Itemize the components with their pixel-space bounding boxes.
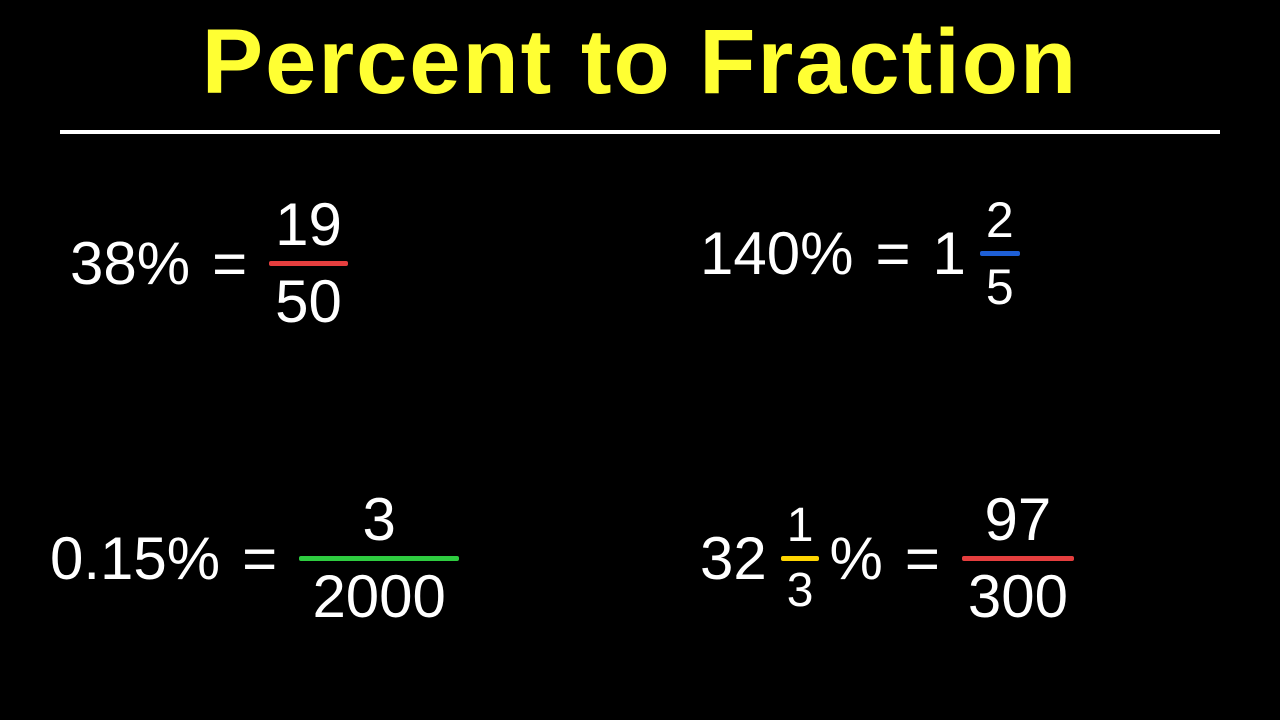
equation-1: 38% = 19 50 — [70, 195, 348, 332]
eq2-denominator: 5 — [980, 262, 1020, 312]
eq3-fraction-bar — [299, 556, 459, 561]
eq1-fraction: 19 50 — [269, 195, 348, 332]
eq2-whole: 1 — [933, 219, 966, 288]
eq3-fraction: 3 2000 — [299, 490, 459, 627]
eq2-fraction: 2 5 — [980, 195, 1020, 312]
eq1-left: 38% — [70, 229, 190, 298]
eq2-left: 140% — [700, 219, 853, 288]
equation-2: 140% = 1 2 5 — [700, 195, 1020, 312]
eq2-numerator: 2 — [980, 195, 1020, 245]
eq3-left: 0.15% — [50, 524, 220, 593]
title-underline — [60, 130, 1220, 134]
eq1-fraction-bar — [269, 261, 348, 266]
eq4-left-fraction: 1 3 — [781, 502, 820, 615]
eq1-denominator: 50 — [269, 272, 348, 332]
eq2-mixed-number: 1 2 5 — [933, 195, 1020, 312]
equals-sign: = — [242, 524, 277, 593]
eq4-left-mixed: 32 1 3 % — [700, 502, 883, 615]
eq1-numerator: 19 — [269, 195, 348, 255]
eq4-percent-sign: % — [829, 524, 882, 593]
eq3-numerator: 3 — [357, 490, 402, 550]
eq4-left-whole: 32 — [700, 524, 767, 593]
equation-4: 32 1 3 % = 97 300 — [700, 490, 1074, 627]
eq4-left-fraction-bar — [781, 556, 820, 561]
eq4-fraction: 97 300 — [962, 490, 1074, 627]
eq4-numerator: 97 — [979, 490, 1058, 550]
equals-sign: = — [875, 219, 910, 288]
eq4-left-numerator: 1 — [781, 502, 820, 550]
eq3-denominator: 2000 — [306, 567, 451, 627]
eq4-left-denominator: 3 — [781, 567, 820, 615]
equals-sign: = — [212, 229, 247, 298]
equals-sign: = — [905, 524, 940, 593]
eq4-denominator: 300 — [962, 567, 1074, 627]
eq2-fraction-bar — [980, 251, 1020, 256]
page-title: Percent to Fraction — [0, 10, 1280, 115]
equation-3: 0.15% = 3 2000 — [50, 490, 459, 627]
eq4-fraction-bar — [962, 556, 1074, 561]
